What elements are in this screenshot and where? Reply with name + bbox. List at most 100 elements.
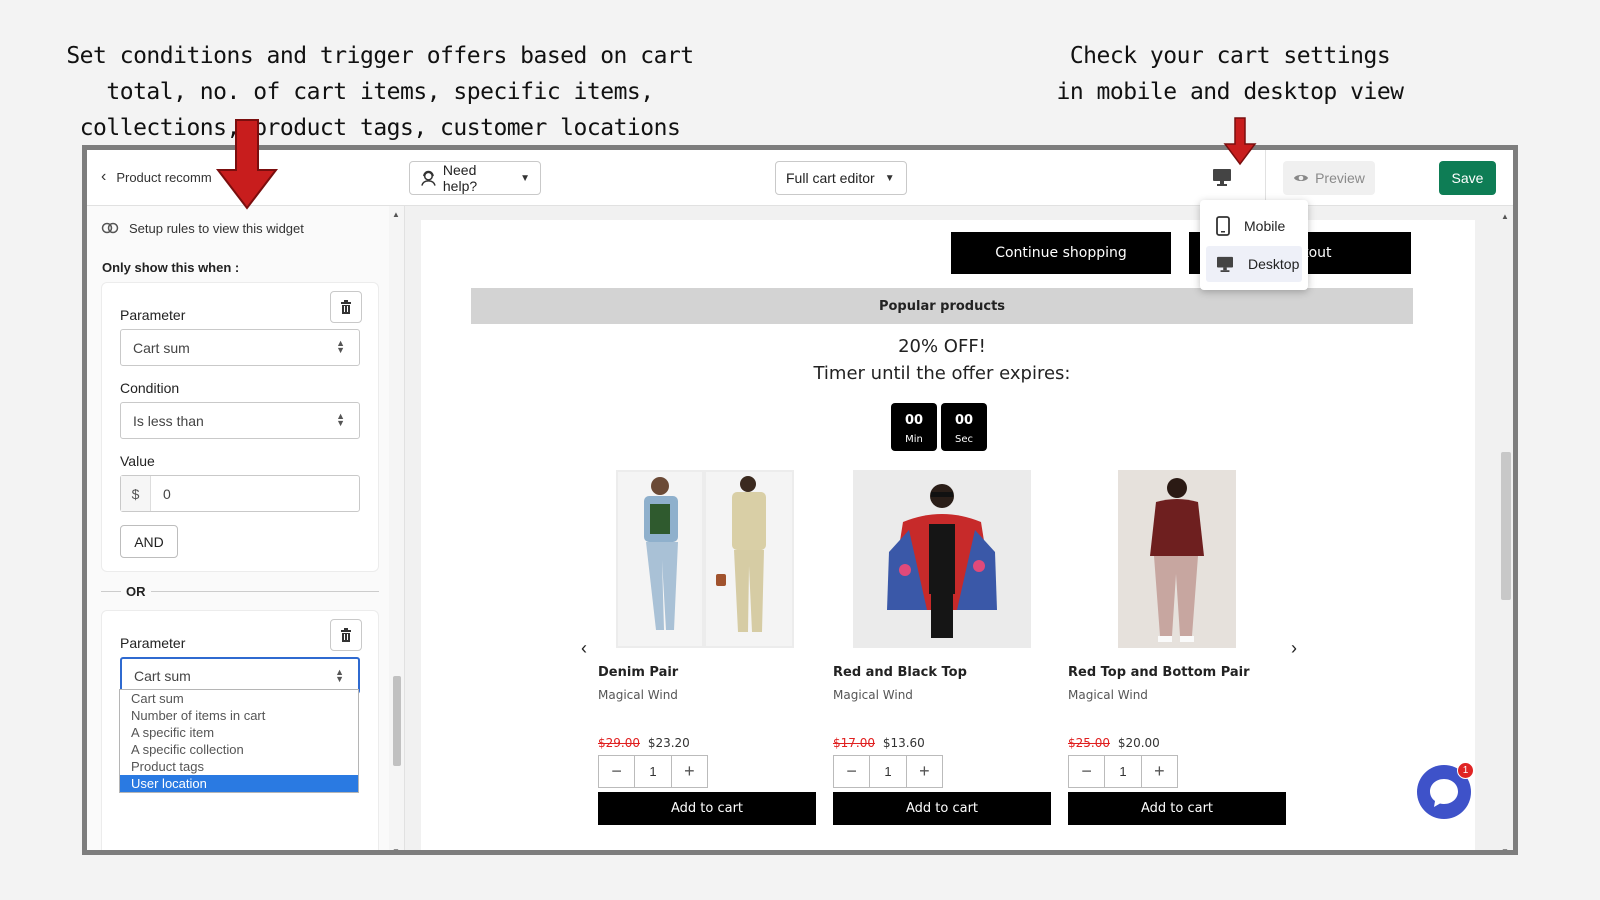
product-name[interactable]: Red Top and Bottom Pair xyxy=(1068,665,1286,680)
timer-seconds-unit: Sec xyxy=(955,434,973,445)
plus-icon[interactable]: + xyxy=(1142,756,1177,787)
product-prices: $17.00 $13.60 xyxy=(833,736,1051,750)
delete-rule-button[interactable] xyxy=(330,619,362,651)
continue-shopping-button[interactable]: Continue shopping xyxy=(951,232,1171,274)
cart-editor-dropdown[interactable]: Full cart editor ▼ xyxy=(775,161,907,195)
option-specific-item[interactable]: A specific item xyxy=(120,724,358,741)
save-button[interactable]: Save xyxy=(1439,161,1496,195)
quantity-value[interactable]: 1 xyxy=(634,756,672,787)
only-show-heading: Only show this when : xyxy=(102,260,240,275)
product-new-price: $20.00 xyxy=(1117,736,1160,750)
scroll-up-icon[interactable]: ▲ xyxy=(392,210,400,219)
caret-down-icon: ▼ xyxy=(884,172,895,184)
scroll-down-icon[interactable]: ▼ xyxy=(392,847,400,850)
cart-preview-area: Continue shopping kout Popular products … xyxy=(405,206,1513,850)
topbar-divider xyxy=(1265,150,1266,206)
product-name[interactable]: Red and Black Top xyxy=(833,665,1051,680)
value-field[interactable]: $ 0 xyxy=(120,475,360,512)
red-arrow-down-icon xyxy=(1223,117,1257,166)
quantity-stepper: − 1 + xyxy=(598,755,708,788)
option-specific-collection[interactable]: A specific collection xyxy=(120,741,358,758)
scroll-down-icon[interactable]: ▼ xyxy=(1501,847,1509,850)
red-arrow-down-icon xyxy=(215,119,279,210)
product-card: Red and Black Top Magical Wind $17.00 $1… xyxy=(833,470,1051,825)
sidebar-scrollbar[interactable]: ▲ ▼ xyxy=(389,206,404,850)
back-link[interactable]: ‹ Product recomm xyxy=(101,168,212,186)
cart-editor-label: Full cart editor xyxy=(786,170,875,186)
condition-label: Condition xyxy=(120,380,180,396)
parameter-value: Cart sum xyxy=(134,667,191,684)
carousel-prev-arrow[interactable]: ‹ xyxy=(581,638,587,659)
support-person-icon xyxy=(421,170,436,186)
product-prices: $29.00 $23.20 xyxy=(598,736,816,750)
product-image-denim-pair[interactable] xyxy=(598,470,816,648)
product-old-price: $17.00 xyxy=(833,736,875,750)
caption-device-view: Check your cart settings in mobile and d… xyxy=(1056,43,1404,105)
minus-icon[interactable]: − xyxy=(599,756,634,787)
desktop-monitor-icon[interactable] xyxy=(1212,168,1232,186)
timer-minutes: 00 Min xyxy=(891,403,937,451)
quantity-value[interactable]: 1 xyxy=(1104,756,1142,787)
plus-icon[interactable]: + xyxy=(907,756,942,787)
preview-button[interactable]: Preview xyxy=(1283,161,1375,195)
condition-select[interactable]: Is less than ▲ ▼ xyxy=(120,402,360,439)
chevron-left-icon: ‹ xyxy=(101,168,107,185)
device-option-desktop[interactable]: Desktop xyxy=(1206,246,1302,282)
plus-icon[interactable]: + xyxy=(672,756,707,787)
option-cart-sum[interactable]: Cart sum xyxy=(120,690,358,707)
product-old-price: $25.00 xyxy=(1068,736,1110,750)
back-label: Product recomm xyxy=(116,169,212,185)
need-help-button[interactable]: Need help? ▼ xyxy=(409,161,541,195)
rule-card: Parameter Cart sum ▲ ▼ Condition Is less … xyxy=(101,282,379,572)
minus-icon[interactable]: − xyxy=(1069,756,1104,787)
product-name[interactable]: Denim Pair xyxy=(598,665,816,680)
add-to-cart-button[interactable]: Add to cart xyxy=(833,792,1051,825)
parameter-select[interactable]: Cart sum ▲ ▼ xyxy=(120,329,360,366)
product-card: Red Top and Bottom Pair Magical Wind $25… xyxy=(1068,470,1286,825)
parameter-label: Parameter xyxy=(120,635,186,651)
value-label: Value xyxy=(120,453,155,469)
setup-rules-link[interactable]: Setup rules to view this widget xyxy=(101,220,304,236)
preview-label: Preview xyxy=(1315,170,1365,186)
product-new-price: $23.20 xyxy=(647,736,690,750)
parameter-label: Parameter xyxy=(120,307,186,323)
value-input-text: 0 xyxy=(163,485,171,502)
minus-icon[interactable]: − xyxy=(834,756,869,787)
link-icon xyxy=(101,222,119,234)
product-prices: $25.00 $20.00 xyxy=(1068,736,1286,750)
and-button[interactable]: AND xyxy=(120,525,178,558)
quantity-stepper: − 1 + xyxy=(833,755,943,788)
device-label-mobile: Mobile xyxy=(1244,218,1286,234)
product-vendor: Magical Wind xyxy=(1068,688,1148,702)
device-view-menu: Mobile Desktop xyxy=(1200,200,1308,290)
delete-rule-button[interactable] xyxy=(330,291,362,323)
carousel-next-arrow[interactable]: › xyxy=(1291,638,1297,659)
product-vendor: Magical Wind xyxy=(833,688,913,702)
quantity-value[interactable]: 1 xyxy=(869,756,907,787)
preview-scrollbar[interactable]: ▲ ▼ xyxy=(1497,206,1513,850)
add-to-cart-button[interactable]: Add to cart xyxy=(598,792,816,825)
product-new-price: $13.60 xyxy=(882,736,925,750)
app-window: ‹ Product recomm Need help? ▼ Full cart … xyxy=(82,145,1518,855)
product-image-red-top-bottom[interactable] xyxy=(1068,470,1286,648)
select-arrows-icon: ▲ ▼ xyxy=(335,667,344,684)
option-items-in-cart[interactable]: Number of items in cart xyxy=(120,707,358,724)
condition-value: Is less than xyxy=(133,412,204,429)
need-help-label: Need help? xyxy=(442,162,478,194)
device-option-mobile[interactable]: Mobile xyxy=(1206,208,1302,244)
top-bar: ‹ Product recomm Need help? ▼ Full cart … xyxy=(87,150,1513,206)
or-separator: OR xyxy=(101,582,379,602)
scroll-up-icon[interactable]: ▲ xyxy=(1501,212,1509,221)
option-product-tags[interactable]: Product tags xyxy=(120,758,358,775)
timer-minutes-value: 00 xyxy=(904,413,924,428)
desktop-monitor-icon xyxy=(1217,256,1233,272)
preview-scroll-thumb[interactable] xyxy=(1501,452,1511,600)
product-image-red-black-top[interactable] xyxy=(833,470,1051,648)
chat-unread-badge: 1 xyxy=(1457,762,1474,779)
setup-rules-label: Setup rules to view this widget xyxy=(129,220,304,236)
timer-minutes-unit: Min xyxy=(905,434,923,445)
add-to-cart-button[interactable]: Add to cart xyxy=(1068,792,1286,825)
option-user-location[interactable]: User location xyxy=(120,775,358,792)
sidebar-scroll-thumb[interactable] xyxy=(393,676,401,766)
currency-prefix: $ xyxy=(121,476,151,511)
